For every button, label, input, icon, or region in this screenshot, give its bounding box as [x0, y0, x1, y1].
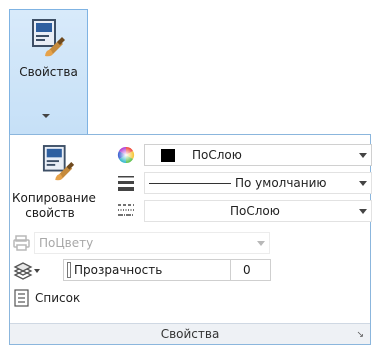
list-button[interactable]: Список: [13, 288, 93, 310]
chevron-down-icon: [42, 114, 50, 118]
panel-title: Свойства: [160, 327, 220, 341]
chevron-down-icon: [359, 209, 367, 214]
properties-icon: [31, 18, 67, 61]
chevron-down-icon: [359, 181, 367, 186]
properties-panel: Копирование свойств ПоСлою По умолчанию …: [9, 134, 372, 345]
panel-footer: Свойства ↘: [10, 323, 370, 344]
copy-properties-label-line2: свойств: [25, 206, 75, 220]
color-value: ПоСлою: [192, 148, 242, 162]
plot-style-dropdown[interactable]: ПоЦвету: [34, 232, 270, 254]
list-icon: [13, 289, 31, 310]
lineweight-icon: [117, 173, 137, 193]
transparency-label: Прозрачность: [74, 263, 163, 277]
copy-properties-label-line1: Копирование: [12, 191, 96, 205]
color-swatch: [161, 149, 175, 162]
chevron-down-icon: [359, 153, 367, 158]
slider-thumb[interactable]: [67, 262, 71, 278]
layers-icon: [13, 261, 33, 284]
lineweight-dropdown[interactable]: По умолчанию: [144, 172, 372, 194]
transparency-slider[interactable]: Прозрачность: [63, 259, 231, 281]
line-preview: [149, 183, 231, 184]
color-wheel-icon: [116, 145, 136, 165]
linetype-icon: [117, 201, 137, 221]
transparency-value-field[interactable]: 0: [231, 259, 271, 281]
chevron-down-icon: [257, 241, 265, 246]
color-dropdown[interactable]: ПоСлою: [144, 144, 372, 166]
linetype-value: ПоСлою: [230, 204, 280, 218]
transparency-value: 0: [243, 263, 251, 277]
plot-style-value: ПоЦвету: [39, 236, 94, 250]
list-label: Список: [35, 291, 81, 305]
transparency-options-button[interactable]: [13, 261, 43, 281]
chevron-down-icon: [34, 269, 40, 273]
properties-button-label: Свойства: [19, 65, 78, 79]
lineweight-value: По умолчанию: [235, 176, 327, 190]
match-properties-icon: [42, 143, 76, 186]
copy-properties-button[interactable]: Копирование свойств: [10, 135, 96, 227]
dialog-launcher-icon[interactable]: ↘: [356, 330, 364, 340]
copy-properties-label: Копирование свойств: [12, 191, 96, 221]
plot-style-icon: [13, 234, 33, 254]
properties-ribbon-button[interactable]: Свойства: [9, 9, 88, 134]
linetype-dropdown[interactable]: ПоСлою: [144, 200, 372, 222]
